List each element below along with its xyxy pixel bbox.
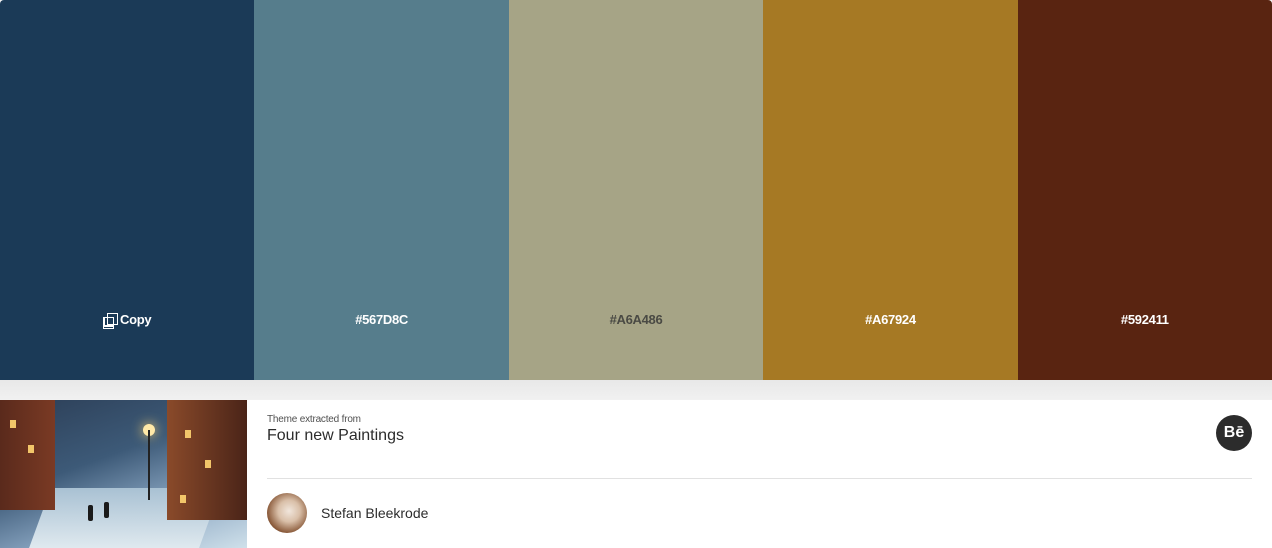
color-palette: Copy #567D8C #A6A486 #A67924 #592411 [0,0,1272,380]
author-link[interactable]: Stefan Bleekrode [267,493,428,533]
swatch-3[interactable]: #A6A486 [508,0,764,380]
thumbnail-window [180,495,186,503]
swatch-2[interactable]: #567D8C [254,0,509,380]
swatch-3-hex[interactable]: #A6A486 [509,312,763,327]
swatch-5[interactable]: #592411 [1017,0,1272,380]
extracted-from-label: Theme extracted from [267,414,361,425]
author-name: Stefan Bleekrode [321,505,429,521]
thumbnail-window [185,430,191,438]
thumbnail-building-left [0,400,55,510]
theme-meta: Theme extracted from Four new Paintings … [247,400,1272,548]
swatch-4-label: #A67924 [865,312,916,327]
thumbnail-window [10,420,16,428]
swatch-3-label: #A6A486 [609,312,663,327]
avatar[interactable] [267,493,307,533]
background-strip [0,380,1272,400]
thumbnail-figure [104,502,109,518]
swatch-2-hex[interactable]: #567D8C [254,312,508,327]
behance-icon[interactable]: Bē [1216,415,1252,451]
thumbnail-figure [88,505,93,521]
thumbnail-window [205,460,211,468]
theme-source-card: Theme extracted from Four new Paintings … [0,400,1272,548]
project-thumbnail[interactable] [0,400,247,548]
swatch-1[interactable]: Copy [0,0,255,380]
swatch-4[interactable]: #A67924 [763,0,1018,380]
copy-button[interactable]: Copy [0,312,254,329]
swatch-1-label: Copy [120,312,152,327]
copy-icon [103,312,119,329]
swatch-5-hex[interactable]: #592411 [1018,312,1272,327]
swatch-4-hex[interactable]: #A67924 [763,312,1017,327]
behance-badge-text: Bē [1223,424,1245,441]
thumbnail-lamp [148,430,150,500]
swatch-2-label: #567D8C [355,312,409,327]
divider [267,478,1252,479]
thumbnail-window [28,445,34,453]
swatch-5-label: #592411 [1120,312,1169,327]
project-title-link[interactable]: Four new Paintings [267,427,404,445]
